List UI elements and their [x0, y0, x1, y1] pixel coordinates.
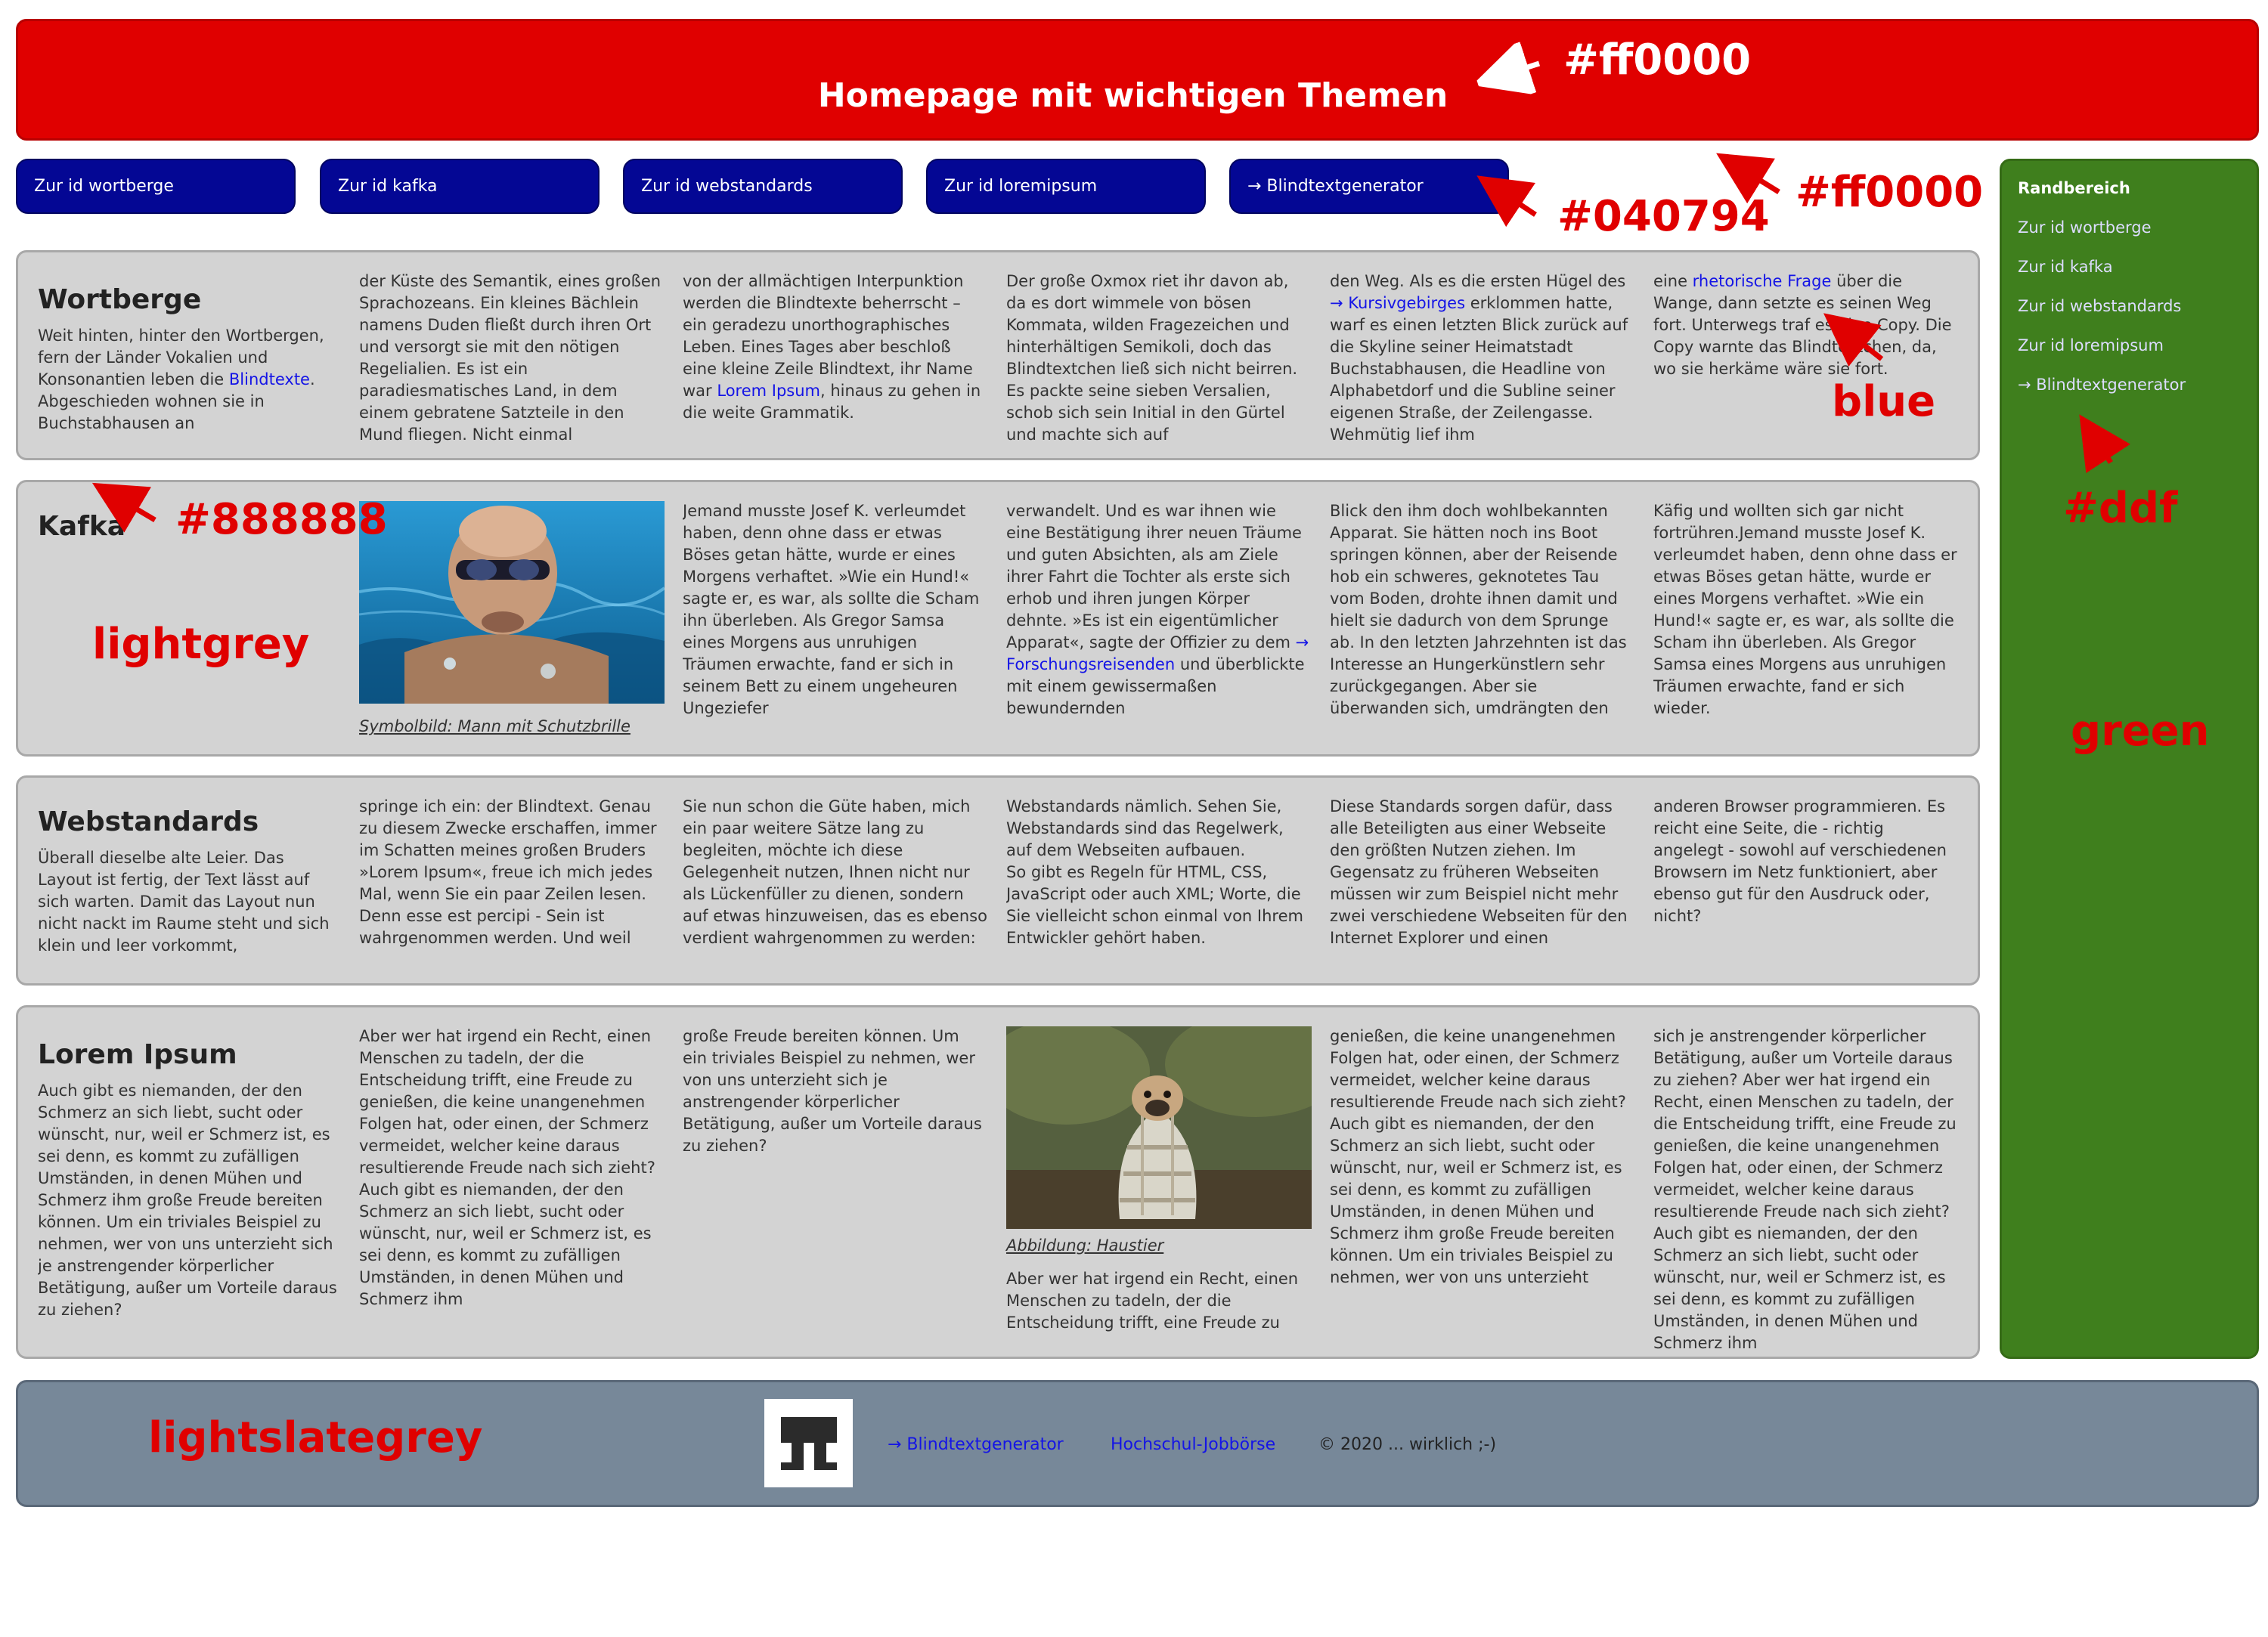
arrow-nav-border	[1716, 153, 1780, 204]
annotation-sidebar-link-color: #ddf	[2063, 484, 2178, 533]
annotation-arrows	[91, 0, 2130, 533]
arrow-header	[1488, 63, 1541, 80]
annotation-nav-border-color: #ff0000	[1796, 168, 1984, 217]
arrow-article-border	[91, 482, 156, 533]
annotation-article-border-color: #888888	[175, 495, 388, 544]
annotation-link-color: blue	[1832, 377, 1936, 426]
annotation-nav-color: #040794	[1557, 192, 1770, 241]
annotation-sidebar-bg: green	[2071, 707, 2210, 756]
annotation-footer-bg: lightslategrey	[148, 1413, 483, 1462]
arrow-sidebar-link	[2079, 414, 2130, 474]
arrow-nav	[1476, 175, 1537, 227]
annotation-article-bg: lightgrey	[92, 620, 310, 669]
arrow-link	[1823, 313, 1884, 367]
annotation-header-color: #ff0000	[1563, 36, 1752, 85]
